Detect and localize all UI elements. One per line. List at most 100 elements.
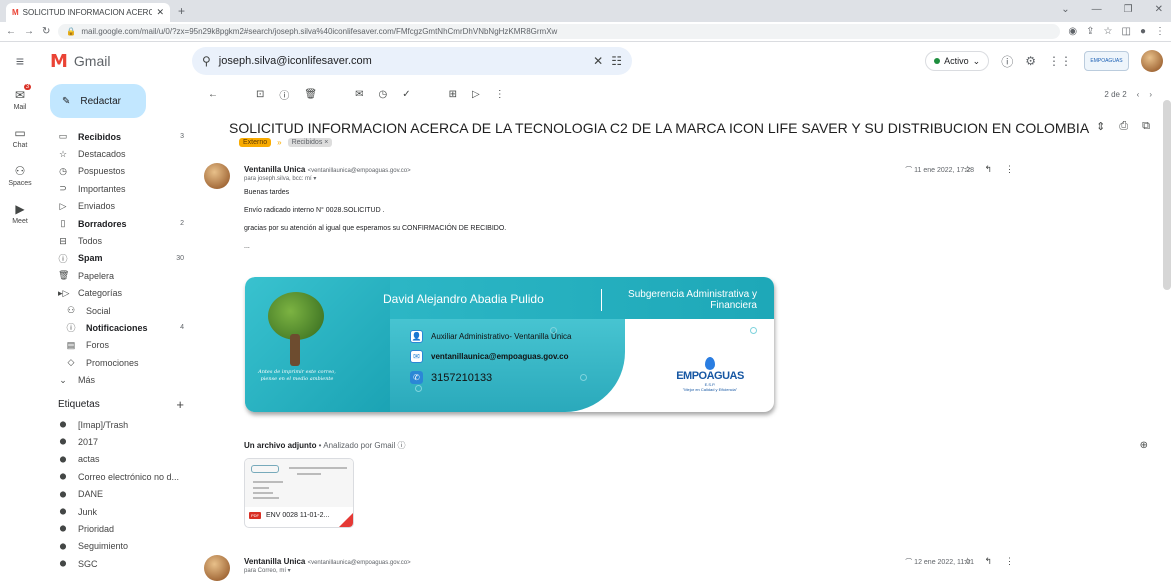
- sidebar-item-pospuestos[interactable]: ◷ Pospuestos: [42, 163, 194, 180]
- bookmark-star-icon[interactable]: ☆: [1104, 26, 1113, 37]
- label-item[interactable]: ⬤ Prioridad: [42, 520, 194, 537]
- sidebar-item-foros[interactable]: ▤ Foros: [42, 337, 194, 354]
- back-icon[interactable]: ←: [6, 26, 16, 37]
- star-icon[interactable]: ☆: [963, 556, 971, 567]
- star-icon[interactable]: ☆: [963, 164, 971, 175]
- clear-search-icon[interactable]: ✕: [593, 54, 603, 68]
- label-icon[interactable]: ▷: [472, 89, 480, 100]
- organization-logo[interactable]: EMPOAGUAS: [1084, 51, 1129, 71]
- gmail-logo[interactable]: M Gmail: [40, 51, 192, 72]
- report-spam-icon[interactable]: ⓘ: [279, 87, 289, 102]
- rail-item-chat[interactable]: ▭ Chat: [0, 118, 40, 156]
- inbox-label-chip[interactable]: Recibidos ×: [287, 138, 333, 147]
- recipients[interactable]: para joseph.silva, bcc: mí ▾: [244, 175, 316, 182]
- sidebar-item-spam[interactable]: ⓘ Spam 30: [42, 250, 194, 267]
- attachment-card[interactable]: PDF ENV 0028 11-01-2...: [244, 458, 354, 528]
- label-item[interactable]: ⬤ Correo electrónico no d...: [42, 468, 194, 485]
- label-item[interactable]: ⬤ Seguimiento: [42, 538, 194, 555]
- add-task-icon[interactable]: ✓: [402, 89, 410, 100]
- reload-icon[interactable]: ↻: [42, 26, 50, 37]
- importance-marker-icon[interactable]: »: [277, 138, 281, 147]
- close-window-icon[interactable]: ✕: [1155, 4, 1163, 15]
- newer-icon[interactable]: ‹: [1137, 90, 1140, 99]
- share-icon[interactable]: ⇪: [1086, 26, 1094, 37]
- sidebar-item-recibidos[interactable]: ▭ Recibidos 3: [42, 128, 194, 145]
- search-bar[interactable]: ⚲ joseph.silva@iconlifesaver.com ✕ ☷: [192, 47, 632, 75]
- search-input[interactable]: joseph.silva@iconlifesaver.com: [219, 55, 585, 67]
- settings-gear-icon[interactable]: ⚙: [1025, 54, 1036, 68]
- label-item[interactable]: ⬤ SGC: [42, 555, 194, 572]
- open-new-window-icon[interactable]: ⧉: [1142, 120, 1150, 133]
- more-options-icon[interactable]: ⋮: [495, 89, 505, 100]
- reply-icon[interactable]: ↰: [984, 556, 992, 567]
- browser-tab[interactable]: M SOLICITUD INFORMACION ACERC ✕: [6, 3, 170, 22]
- sidebar-item-social[interactable]: ⚇ Social: [42, 302, 194, 319]
- address-bar[interactable]: 🔒 mail.google.com/mail/u/0/?zx=95n29k8pg…: [58, 24, 1061, 39]
- greeting: Buenas tardes: [244, 189, 290, 196]
- label-item[interactable]: ⬤ [Imap]/Trash: [42, 416, 194, 433]
- label-item[interactable]: ⬤ 2017: [42, 433, 194, 450]
- rail-item-mail[interactable]: ✉ 3 Mail: [0, 80, 40, 118]
- sidebar-item-label: Social: [86, 305, 111, 316]
- mark-unread-icon[interactable]: ✉: [355, 89, 363, 100]
- trimmed-content-icon[interactable]: ...: [244, 243, 506, 250]
- older-icon[interactable]: ›: [1149, 90, 1152, 99]
- back-to-search-icon[interactable]: ←: [208, 89, 218, 100]
- app-name: Gmail: [73, 53, 111, 69]
- account-avatar[interactable]: [1141, 50, 1163, 72]
- sidebar-item-categor-as[interactable]: ▸▷ Categorías: [42, 285, 194, 302]
- archive-icon[interactable]: ⊡: [256, 89, 264, 100]
- message-more-icon[interactable]: ⋮: [1005, 164, 1014, 175]
- new-tab-icon[interactable]: +: [178, 4, 185, 18]
- label-item[interactable]: ⬤ DANE: [42, 485, 194, 502]
- rail-item-meet[interactable]: ▶ Meet: [0, 194, 40, 232]
- tab-search-icon[interactable]: ⌄: [1061, 4, 1069, 15]
- main-menu-icon[interactable]: ≡: [0, 53, 40, 69]
- sidebar-item-m-s[interactable]: ⌄ Más: [42, 371, 194, 388]
- search-options-icon[interactable]: ☷: [611, 54, 622, 68]
- restore-icon[interactable]: ❐: [1124, 4, 1133, 15]
- signature-phone-row: ✆ 3157210133: [410, 371, 492, 384]
- apps-grid-icon[interactable]: ⋮⋮: [1048, 54, 1072, 68]
- sender-line[interactable]: Ventanilla Unica <ventanillaunica@empoag…: [244, 165, 411, 174]
- move-to-icon[interactable]: ⊞: [449, 89, 457, 100]
- sidebar-item-enviados[interactable]: ▷ Enviados: [42, 198, 194, 215]
- sidebar-item-label: Más: [78, 375, 96, 386]
- scrollbar[interactable]: [1163, 100, 1171, 290]
- rail-item-spaces[interactable]: ⚇ Spaces: [0, 156, 40, 194]
- delete-icon[interactable]: 🗑: [304, 89, 317, 100]
- forward-icon[interactable]: →: [24, 26, 34, 37]
- expand-all-icon[interactable]: ⇕: [1096, 120, 1105, 133]
- search-icon[interactable]: ⚲: [202, 54, 211, 68]
- message-more-icon[interactable]: ⋮: [1005, 556, 1014, 567]
- reply-icon[interactable]: ↰: [984, 164, 992, 175]
- browser-menu-icon[interactable]: ⋮: [1155, 26, 1165, 37]
- sidebar-item-destacados[interactable]: ☆ Destacados: [42, 145, 194, 162]
- snooze-icon[interactable]: ◷: [378, 89, 387, 100]
- sidebar-item-notificaciones[interactable]: ⓘ Notificaciones 4: [42, 319, 194, 336]
- rail-label: Chat: [12, 141, 28, 149]
- help-icon[interactable]: ⓘ: [1001, 53, 1013, 70]
- location-icon[interactable]: ◉: [1068, 26, 1077, 37]
- label-item[interactable]: ⬤ actas: [42, 451, 194, 468]
- sidebar-item-promociones[interactable]: ◇ Promociones: [42, 354, 194, 371]
- compose-button[interactable]: ✎ Redactar: [50, 84, 146, 118]
- sender-line[interactable]: Ventanilla Unica <ventanillaunica@empoag…: [244, 557, 411, 566]
- sender-avatar[interactable]: [204, 163, 230, 189]
- sidebar-item-papelera[interactable]: 🗑 Papelera: [42, 267, 194, 284]
- sidebar-item-importantes[interactable]: ⊃ Importantes: [42, 180, 194, 197]
- close-tab-icon[interactable]: ✕: [156, 7, 164, 18]
- recipients[interactable]: para Correo, mí ▾: [244, 567, 291, 574]
- add-label-icon[interactable]: +: [176, 397, 184, 412]
- profile-icon[interactable]: ●: [1140, 26, 1146, 37]
- status-dropdown[interactable]: Activo ⌄: [925, 51, 990, 71]
- label-item[interactable]: ⬤ Junk: [42, 503, 194, 520]
- print-icon[interactable]: ⎙: [1119, 120, 1128, 133]
- sidebar-item-todos[interactable]: ⊟ Todos: [42, 232, 194, 249]
- sidepanel-icon[interactable]: ◫: [1122, 26, 1131, 37]
- minimize-icon[interactable]: —: [1092, 4, 1102, 15]
- sender-avatar[interactable]: [204, 555, 230, 581]
- sidebar-item-borradores[interactable]: ▯ Borradores 2: [42, 215, 194, 232]
- label-tag-icon: ⬤: [59, 456, 67, 463]
- add-to-drive-icon[interactable]: ⊕: [1140, 440, 1148, 451]
